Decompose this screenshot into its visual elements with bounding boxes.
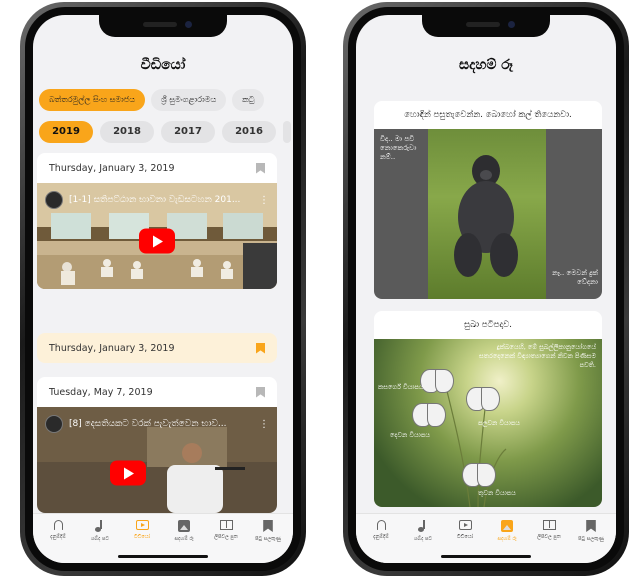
video-card-bookmarked: Thursday, January 3, 2019 [37,333,277,363]
video-title: [8] දෙසතියකට වරක් පැවැත්වෙන භාව... [69,419,227,429]
gorilla-figure [454,155,518,277]
home-indicator[interactable] [118,555,208,558]
card-heading: හොඳින් පසුතැවෙන්න. බොහෝ කල් තියෙනවා. [404,110,572,120]
video-date: Tuesday, May 7, 2019 [49,386,153,398]
gorilla-caption-right: නෑ.. මෙවන් දුක් වේදනා [552,269,598,286]
tab-articles[interactable]: ලිපිවල පුත [205,520,247,563]
book-icon [542,520,556,530]
videos-screen: වීඩියෝ බත්තරමුල්ල සිංහ සමාජය ශ්‍රී සුමංග… [33,15,293,563]
bookmark-filled-icon[interactable] [256,342,265,354]
video-card: Tuesday, May 7, 2019 [8] දෙසතියකට වරක් ප… [37,377,277,513]
phone-right: සදහම් රූ හොඳින් පසුතැවෙන්න. බොහෝ කල් තිය… [343,2,629,576]
tab-label: ශබ්ද පට [91,536,109,542]
tab-label: පිටු සලකුණු [578,536,604,542]
year-chip-selected[interactable]: 2019 [39,121,93,143]
tab-notifications[interactable]: දැනුම්දීම් [360,520,402,563]
tab-label: දැනුම්දීම් [50,534,66,540]
video-icon [135,520,149,530]
channel-chip-selected[interactable]: බත්තරමුල්ල සිංහ සමාජය [39,89,145,111]
phone-left: වීඩියෝ බත්තරමුල්ල සිංහ සමාජය ශ්‍රී සුමංග… [20,2,306,576]
more-options-icon[interactable]: ⋮ [259,195,269,206]
tab-label: ලිපිවල පුත [537,534,561,540]
channel-logo [45,415,63,433]
bell-icon [53,520,63,530]
tab-audio[interactable]: ශබ්ද පට [402,520,444,563]
quote-image-card[interactable]: හොඳින් පසුතැවෙන්න. බොහෝ කල් තියෙනවා. විද… [374,101,602,299]
bookmark-icon[interactable] [256,386,265,398]
butterfly [462,463,496,487]
quote-image-card[interactable]: සුඛා පටිපදාව. දුක්ඛයෙහි, මේ සුඛල්ලිකානුය… [374,311,602,507]
video-title-bar: [1-1] සතිපට්ඨාන භාවනා වැඩසටහන 201... ⋮ [45,191,269,209]
screenshot: වීඩියෝ බත්තරමුල්ල සිංහ සමාජය ශ්‍රී සුමංග… [0,0,637,580]
channel-logo [45,191,63,209]
tab-articles[interactable]: ලිපිවල පුත [528,520,570,563]
tab-label: දැනුම්දීම් [373,534,389,540]
card-header: Thursday, January 3, 2019 [37,333,277,363]
channel-chip[interactable]: කටු [232,89,265,111]
video-thumbnail[interactable]: [1-1] සතිපට්ඨාන භාවනා වැඩසටහන 201... ⋮ [37,183,277,289]
home-indicator[interactable] [441,555,531,558]
image-icon [501,520,513,532]
tab-label: වීඩියෝ [134,534,150,540]
year-chip[interactable]: 2016 [222,121,276,143]
gorilla-image: විද.. මා පවි නොකෙරුවා නම්.. නෑ.. මෙවන් ද… [374,129,602,299]
tab-label: ලිපිවල පුත [214,534,238,540]
youtube-play-icon[interactable] [139,228,175,254]
notch [99,15,227,37]
youtube-play-icon[interactable] [110,460,147,486]
tab-label: ශබ්ද පට [414,536,432,542]
year-chip[interactable] [283,121,291,143]
tab-label: පිටු සලකුණු [255,536,281,542]
page-title: වීඩියෝ [140,57,186,73]
bell-icon [376,520,386,530]
year-chip[interactable]: 2017 [161,121,215,143]
butterfly [412,403,446,427]
dharma-images-screen: සදහම් රූ හොඳින් පසුතැවෙන්න. බොහෝ කල් තිය… [356,15,616,563]
video-date: Thursday, January 3, 2019 [49,162,175,174]
image-label: දෙවන වියාපය [390,431,430,439]
more-options-icon[interactable]: ⋮ [259,419,269,430]
butterfly [466,387,500,411]
bookmark-icon[interactable] [256,162,265,174]
notch [422,15,550,37]
year-chip[interactable]: 2018 [100,121,154,143]
image-icon [178,520,190,532]
page-title: සදහම් රූ [459,57,513,73]
butterflies-image: දුක්ඛයෙහි, මේ සුඛල්ලිකානුයෝගයේ සතරදෙනෙක්… [374,339,602,507]
card-header: Thursday, January 3, 2019 [37,153,277,183]
tab-audio[interactable]: ශබ්ද පට [79,520,121,563]
channel-chip[interactable]: ශ්‍රී සුමංගළාරාමය [150,89,227,111]
bookmark-icon [586,520,596,532]
video-icon [458,520,472,530]
video-date: Thursday, January 3, 2019 [49,342,175,354]
book-icon [219,520,233,530]
tab-bookmarks[interactable]: පිටු සලකුණු [570,520,612,563]
tab-notifications[interactable]: දැනුම්දීම් [37,520,79,563]
tab-label: සදහම් රූ [497,536,517,542]
tab-label: සදහම් රූ [174,536,194,542]
video-thumbnail[interactable]: [8] දෙසතියකට වරක් පැවැත්වෙන භාව... ⋮ [37,407,277,513]
card-heading: සුඛා පටිපදාව. [464,320,512,330]
image-label: පලවන වියාපය [478,419,520,427]
year-filter: 2019 2018 2017 2016 [39,121,293,143]
video-card: Thursday, January 3, 2019 [1-1] සතිපට්ඨා… [37,153,277,289]
music-note-icon [94,520,106,532]
butterfly [420,369,454,393]
bookmark-icon [263,520,273,532]
image-label: තුවන වියාපය [478,489,516,497]
gorilla-caption-left: විද.. මා පවි නොකෙරුවා නම්.. [380,135,417,161]
channel-chips: බත්තරමුල්ල සිංහ සමාජය ශ්‍රී සුමංගළාරාමය … [39,89,293,111]
image-label: කසර්ගේ වියාපය [378,383,424,391]
card-header: Tuesday, May 7, 2019 [37,377,277,407]
music-note-icon [417,520,429,532]
video-title-bar: [8] දෙසතියකට වරක් පැවැත්වෙන භාව... ⋮ [45,415,269,433]
tab-label: වීඩියෝ [457,534,473,540]
tab-bookmarks[interactable]: පිටු සලකුණු [247,520,289,563]
video-title: [1-1] සතිපට්ඨාන භාවනා වැඩසටහන 201... [69,195,241,205]
